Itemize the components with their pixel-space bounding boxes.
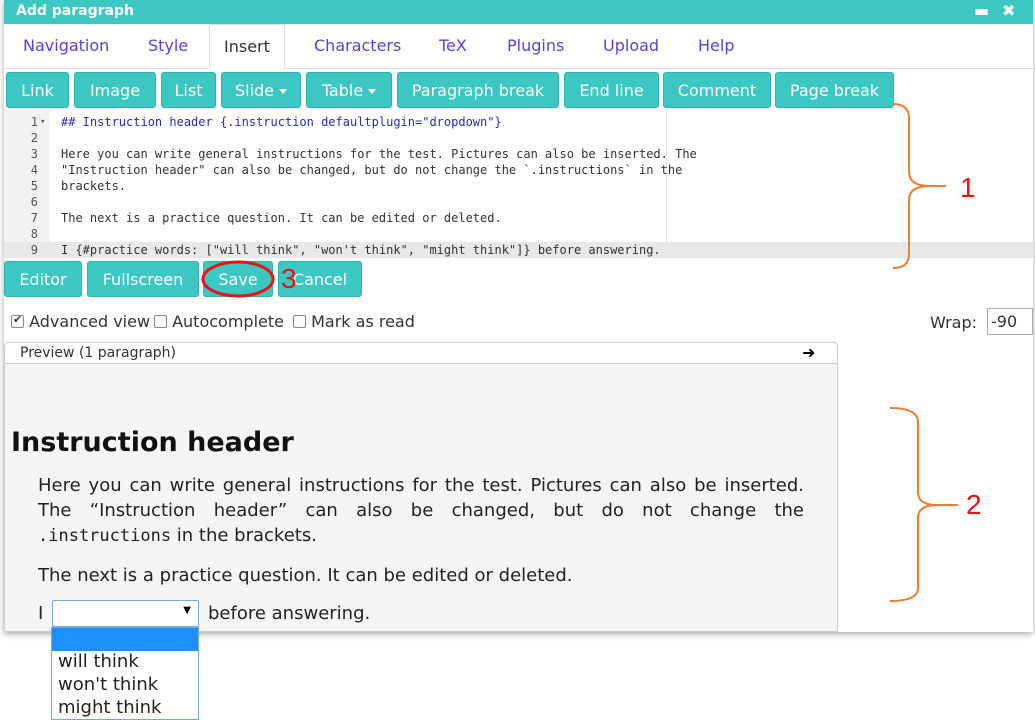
annotation-number-1: 1 [960,172,976,203]
annotation-number-2: 2 [966,489,982,520]
annotation-brace-1 [892,103,946,269]
annotation-brace-2 [889,407,958,602]
save-highlight-circle [201,260,275,298]
annotation-overlay [201,103,958,602]
annotation-number-3: 3 [281,263,297,294]
